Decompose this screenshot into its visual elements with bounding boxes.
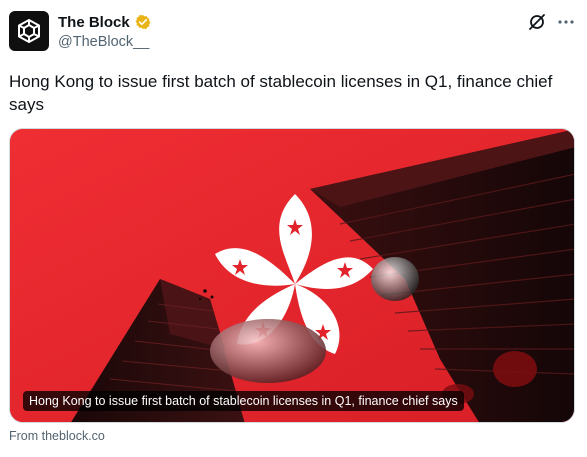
grok-button[interactable] xyxy=(527,12,547,32)
link-card-image[interactable]: Hong Kong to issue first batch of stable… xyxy=(9,128,575,423)
avatar[interactable] xyxy=(9,11,49,51)
more-options-button[interactable] xyxy=(555,12,577,32)
card-caption: Hong Kong to issue first batch of stable… xyxy=(23,391,464,411)
tweet-card[interactable]: The Block @TheBlock__ Hong Kong to issue… xyxy=(0,0,587,457)
display-name[interactable]: The Block xyxy=(58,14,130,31)
the-block-cube-logo-icon xyxy=(18,19,40,43)
tweet-text: Hong Kong to issue first batch of stable… xyxy=(9,72,553,114)
handle[interactable]: @TheBlock__ xyxy=(58,34,149,50)
verified-badge-icon xyxy=(135,15,151,29)
hong-kong-flag-skyscrapers-image xyxy=(10,129,574,422)
source-link[interactable]: From theblock.co xyxy=(9,429,105,443)
author-row: The Block xyxy=(58,12,151,32)
more-options-icon xyxy=(558,20,574,24)
grok-icon xyxy=(529,14,545,30)
